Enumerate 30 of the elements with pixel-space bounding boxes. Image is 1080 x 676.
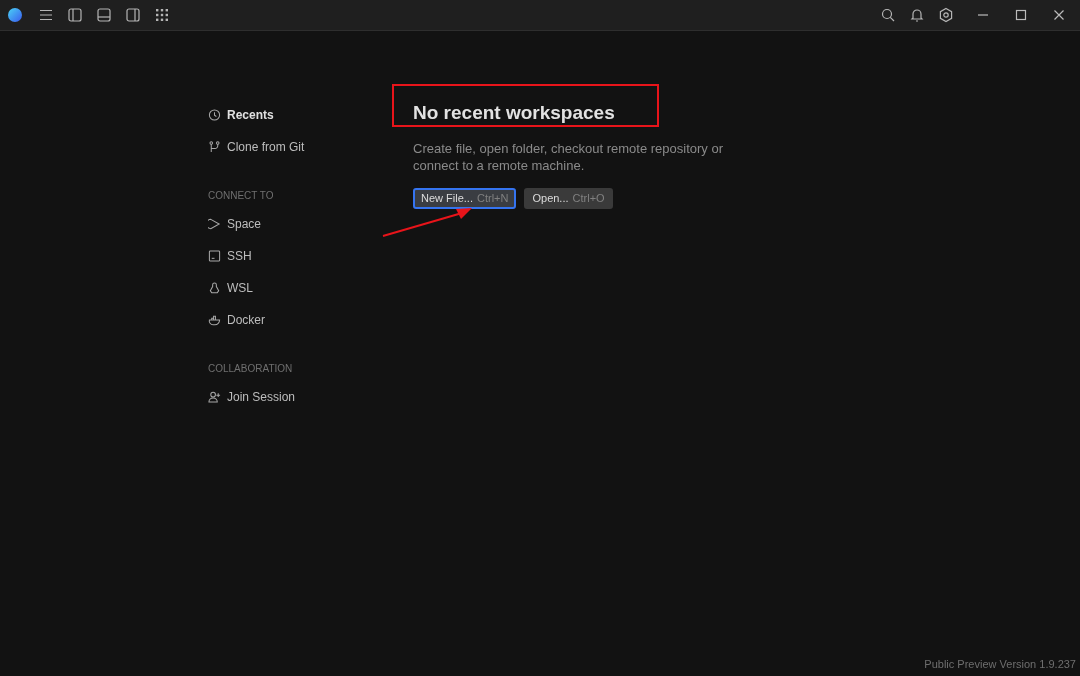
- left-panel-icon[interactable]: [67, 7, 83, 23]
- grid-icon[interactable]: [154, 7, 170, 23]
- git-branch-icon: [208, 140, 221, 154]
- sidebar-item[interactable]: Docker: [208, 311, 265, 329]
- clock-icon: [208, 108, 221, 122]
- section-header: CONNECT TO: [208, 189, 275, 203]
- action-button[interactable]: New File... Ctrl+N: [413, 187, 517, 209]
- sidebar-item[interactable]: Space: [208, 215, 262, 233]
- sidebar-item[interactable]: WSL: [208, 279, 253, 297]
- sidebar-item[interactable]: SSH: [208, 247, 252, 265]
- terminal-icon: [208, 249, 221, 263]
- app-logo-icon[interactable]: [8, 8, 22, 22]
- maximize-icon[interactable]: [1014, 8, 1028, 22]
- sidebar-item[interactable]: Clone from Git: [208, 138, 305, 156]
- version-label: Public Preview Version 1.9.237: [924, 656, 1076, 672]
- settings-icon[interactable]: [938, 7, 954, 23]
- bottom-panel-icon[interactable]: [96, 7, 112, 23]
- sidebar-item[interactable]: Recents: [208, 106, 274, 124]
- action-button[interactable]: Open... Ctrl+O: [524, 187, 613, 209]
- space-icon: [208, 217, 221, 231]
- bell-icon[interactable]: [909, 7, 925, 23]
- menu-icon[interactable]: [38, 7, 54, 23]
- section-header: COLLABORATION: [208, 362, 294, 376]
- add-user-icon: [208, 390, 221, 404]
- sidebar-item[interactable]: Join Session: [208, 388, 296, 406]
- close-icon[interactable]: [1052, 8, 1066, 22]
- search-icon[interactable]: [880, 7, 896, 23]
- description: Create file, open folder, checkout remote repository or connect to a remote machine.: [413, 139, 724, 174]
- heading: No recent workspaces: [413, 101, 615, 125]
- right-panel-icon[interactable]: [125, 7, 141, 23]
